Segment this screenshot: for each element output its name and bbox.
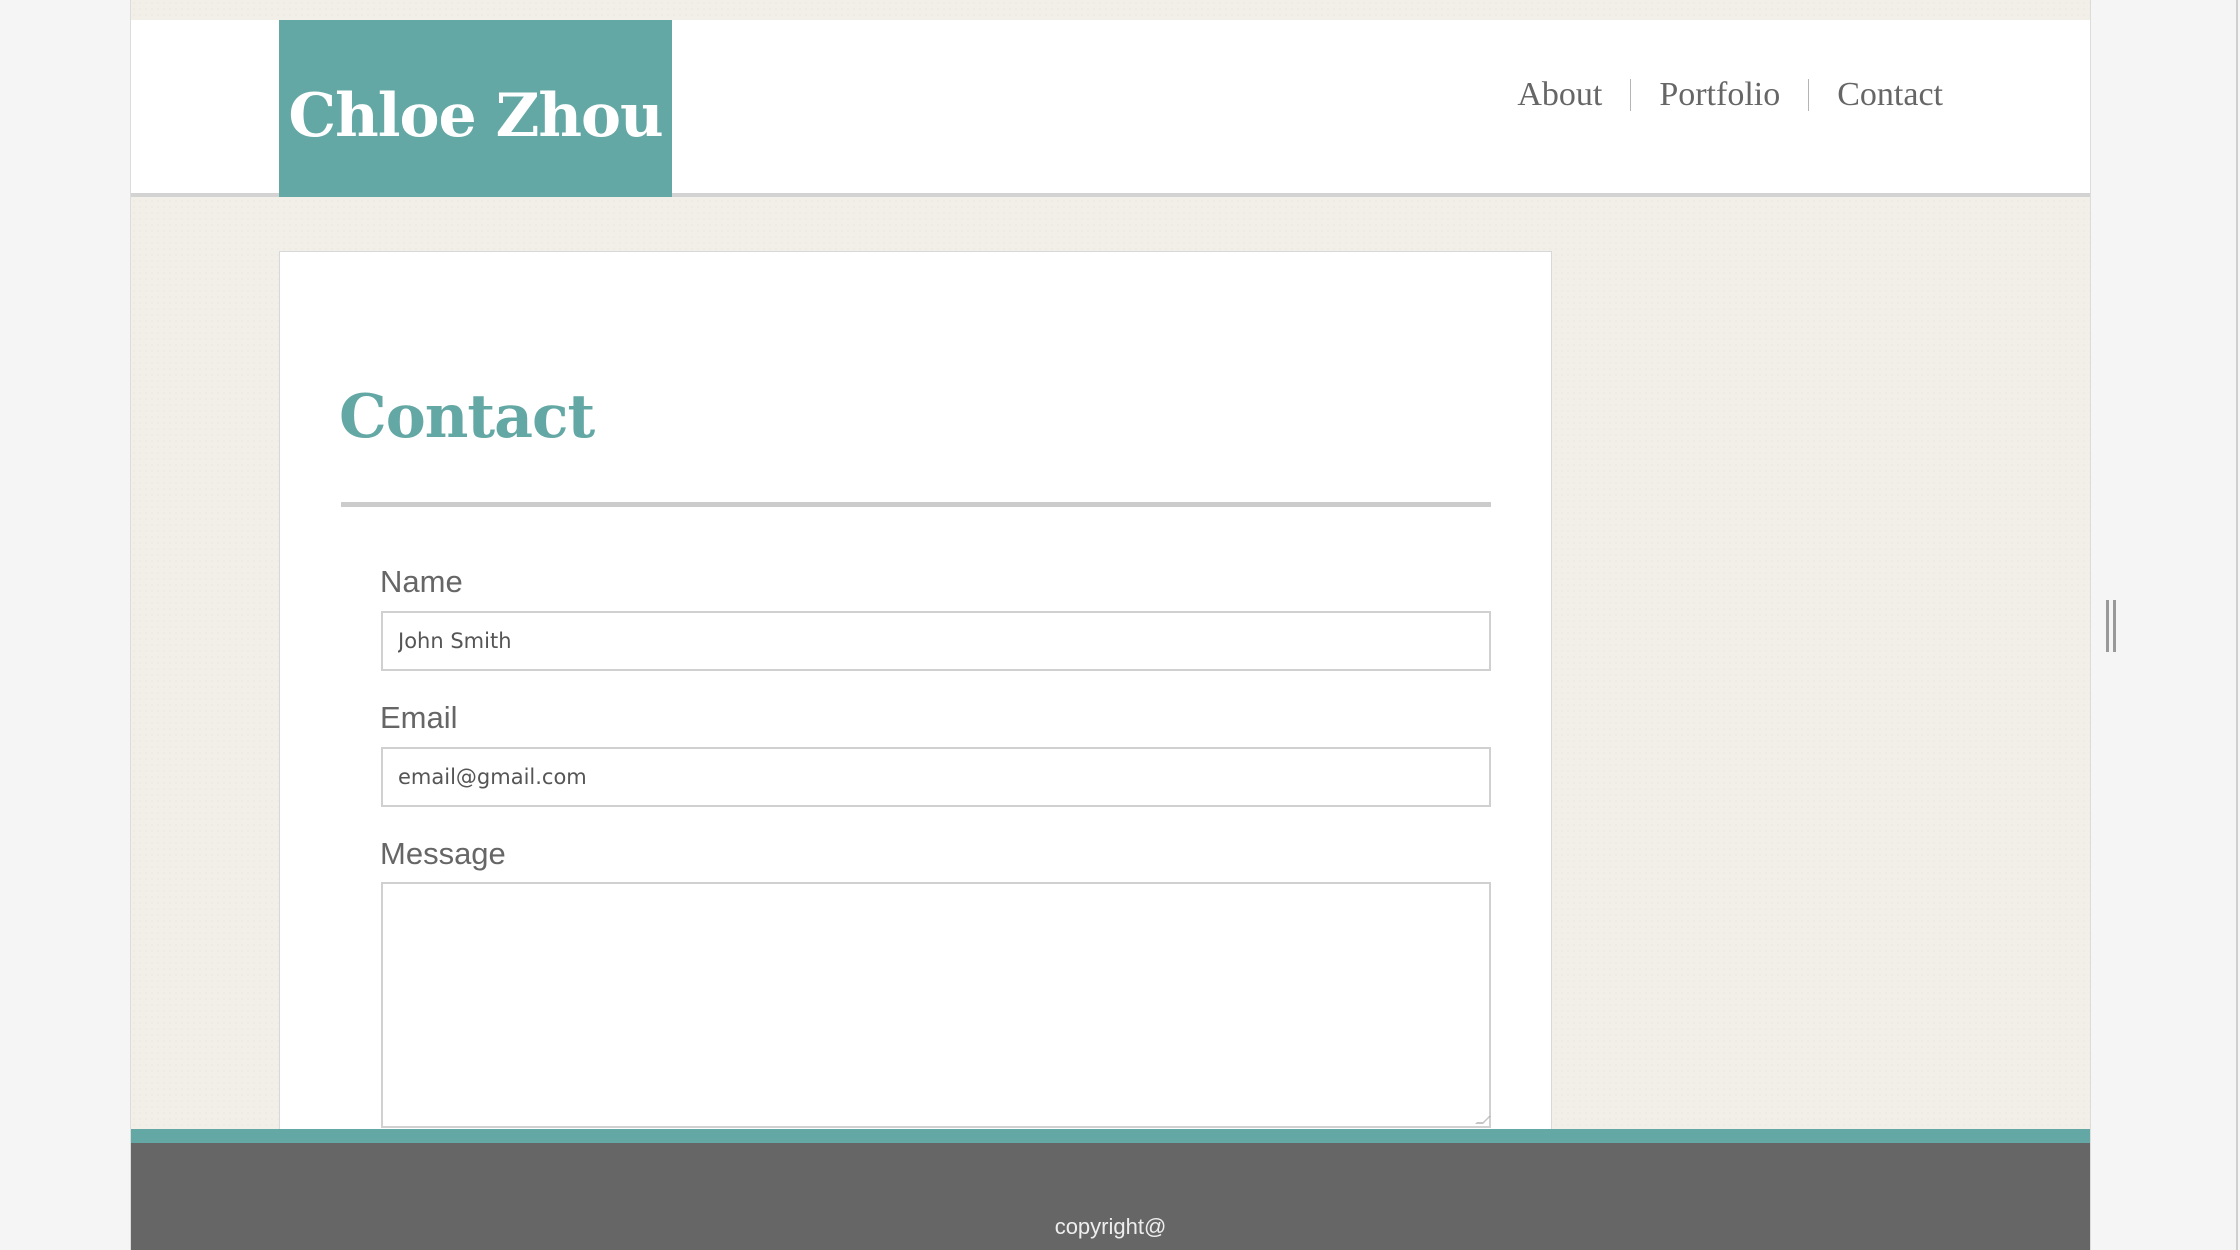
grip-line-icon: [2106, 600, 2109, 652]
email-field[interactable]: [381, 747, 1491, 807]
nav-divider: [1630, 79, 1632, 111]
name-label: Name: [380, 564, 463, 599]
message-field[interactable]: [381, 882, 1491, 1128]
message-label: Message: [380, 836, 506, 871]
page-title: Contact: [339, 382, 595, 452]
main-nav: About Portfolio Contact: [1517, 76, 1943, 114]
name-field[interactable]: [381, 611, 1491, 671]
contact-card: Contact Name Email Message: [279, 251, 1552, 1250]
title-divider: [341, 502, 1491, 507]
nav-divider: [1808, 79, 1810, 111]
logo[interactable]: Chloe Zhou: [279, 20, 672, 197]
page-container: Chloe Zhou About Portfolio Contact Conta…: [130, 0, 2091, 1250]
nav-item-contact[interactable]: Contact: [1837, 76, 1943, 114]
resize-handle-icon[interactable]: [1475, 1116, 1491, 1124]
brand-name[interactable]: Chloe Zhou: [288, 67, 663, 151]
window-resize-handle[interactable]: [2106, 600, 2116, 652]
nav-item-about[interactable]: About: [1517, 76, 1602, 114]
grip-line-icon: [2113, 600, 2116, 652]
nav-item-portfolio[interactable]: Portfolio: [1659, 76, 1780, 114]
copyright-text: copyright@: [1054, 1214, 1167, 1239]
site-header: Chloe Zhou About Portfolio Contact: [131, 20, 2090, 197]
window-edge: [2236, 0, 2238, 1250]
email-label: Email: [380, 700, 458, 735]
site-footer: copyright@: [131, 1129, 2090, 1250]
